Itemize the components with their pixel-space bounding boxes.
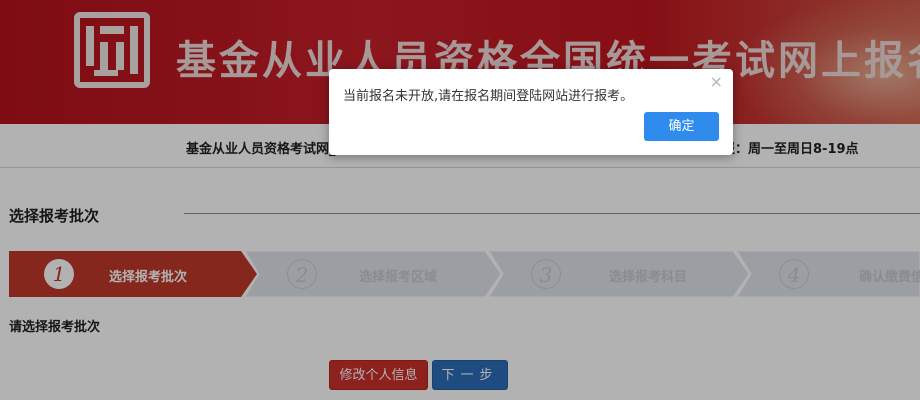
modal-overlay[interactable] [0,0,920,400]
alert-dialog: 当前报名未开放,请在报名期间登陆网站进行报考。 × 确定 [329,69,733,155]
confirm-button[interactable]: 确定 [644,112,719,141]
close-icon[interactable]: × [710,73,723,91]
dialog-message: 当前报名未开放,请在报名期间登陆网站进行报考。 [343,89,634,104]
